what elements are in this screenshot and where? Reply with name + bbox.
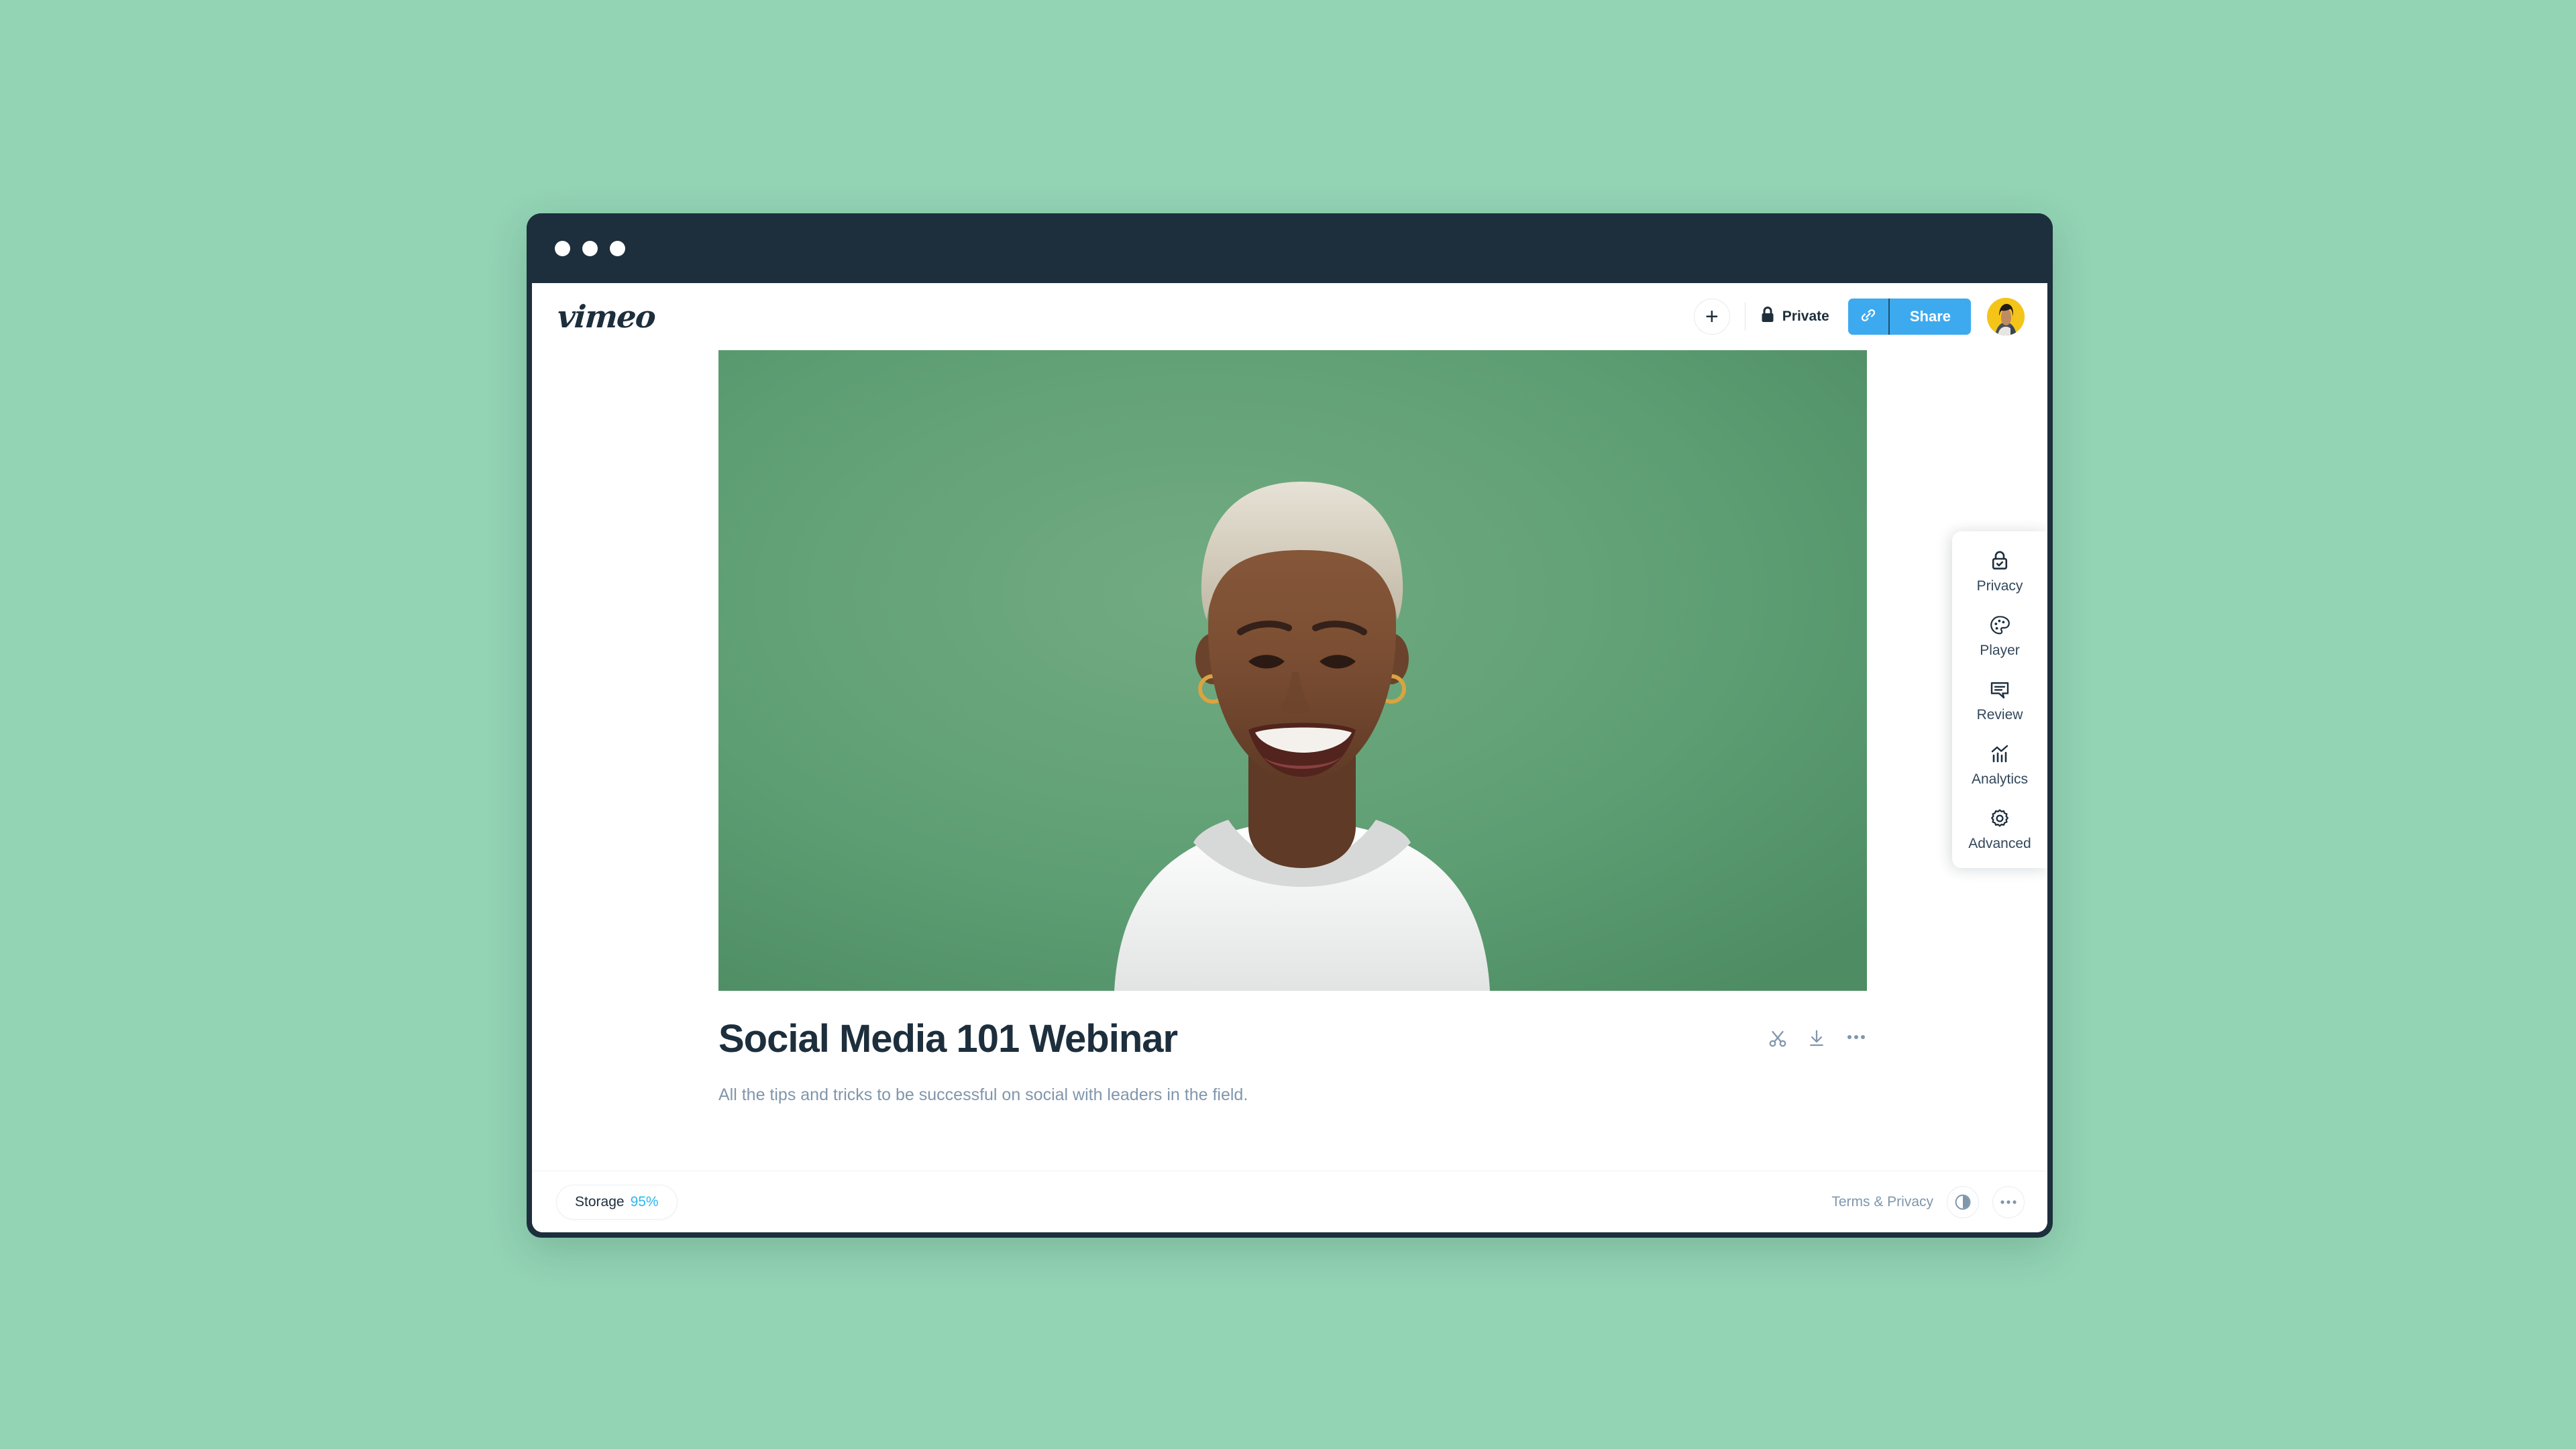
share-button[interactable]: Share — [1890, 299, 1971, 335]
sidebar-item-advanced[interactable]: Advanced — [1957, 806, 2043, 851]
video-action-icons — [1768, 1019, 1867, 1049]
privacy-label: Private — [1782, 309, 1829, 324]
share-group: Share — [1847, 299, 1971, 335]
link-icon — [1860, 307, 1877, 327]
video-title-row: Social Media 101 Webinar — [718, 1017, 1867, 1061]
app-footer: Storage 95% Terms & Privacy — [532, 1171, 2047, 1232]
sidebar-item-label: Review — [1976, 707, 2023, 722]
ellipsis-icon[interactable] — [1845, 1028, 1867, 1049]
main-content: Social Media 101 Webinar All the tips an… — [532, 350, 2047, 1171]
add-button[interactable]: + — [1693, 299, 1730, 335]
app-page: vimeo + Private Share Social Media 101 W… — [532, 283, 2047, 1232]
lock-icon — [1760, 306, 1775, 327]
video-description: All the tips and tricks to be successful… — [718, 1085, 1248, 1104]
sidebar-item-label: Analytics — [1971, 771, 2029, 787]
video-thumbnail[interactable] — [718, 350, 1867, 991]
storage-value: 95% — [630, 1193, 659, 1210]
video-column: Social Media 101 Webinar All the tips an… — [718, 350, 1867, 1106]
lock-check-icon — [1989, 549, 2010, 573]
page-title: Social Media 101 Webinar — [718, 1017, 1178, 1061]
storage-badge[interactable]: Storage 95% — [556, 1184, 678, 1220]
sidebar-item-label: Advanced — [1968, 836, 2031, 851]
avatar[interactable] — [1987, 298, 2025, 335]
sidebar-item-label: Player — [1980, 643, 2020, 658]
header-actions: + Private Share — [1693, 298, 2025, 335]
sidebar-item-label: Privacy — [1976, 578, 2023, 594]
scissors-icon[interactable] — [1768, 1028, 1788, 1049]
window-titlebar — [527, 213, 2053, 283]
sidebar-item-privacy[interactable]: Privacy — [1957, 549, 2043, 593]
thumbnail-photo — [718, 350, 1867, 991]
terms-privacy-link[interactable]: Terms & Privacy — [1831, 1194, 1933, 1210]
settings-rail: Privacy Player Review Analytics Advanced — [1952, 531, 2047, 868]
sidebar-item-analytics[interactable]: Analytics — [1957, 742, 2043, 786]
sidebar-item-player[interactable]: Player — [1957, 613, 2043, 657]
footer-actions: Terms & Privacy — [1831, 1185, 2025, 1218]
storage-label: Storage — [575, 1193, 625, 1210]
browser-window: vimeo + Private Share Social Media 101 W… — [527, 213, 2053, 1238]
window-dot-2[interactable] — [582, 240, 598, 256]
copy-link-button[interactable] — [1848, 299, 1890, 335]
window-dot-3[interactable] — [610, 240, 625, 256]
privacy-status[interactable]: Private — [1760, 306, 1829, 327]
plus-icon: + — [1705, 304, 1719, 329]
app-header: vimeo + Private Share — [532, 283, 2047, 350]
gear-icon — [1989, 806, 2010, 830]
header-divider — [1744, 303, 1746, 331]
download-icon[interactable] — [1807, 1028, 1827, 1049]
bar-chart-icon — [1989, 742, 2010, 766]
contrast-circle-icon[interactable] — [1947, 1185, 1979, 1218]
comment-icon — [1989, 678, 2010, 702]
palette-icon — [1989, 613, 2010, 637]
window-dot-1[interactable] — [555, 240, 570, 256]
sidebar-item-review[interactable]: Review — [1957, 678, 2043, 722]
ellipsis-circle-icon[interactable] — [1992, 1185, 2025, 1218]
vimeo-logo[interactable]: vimeo — [556, 299, 656, 335]
